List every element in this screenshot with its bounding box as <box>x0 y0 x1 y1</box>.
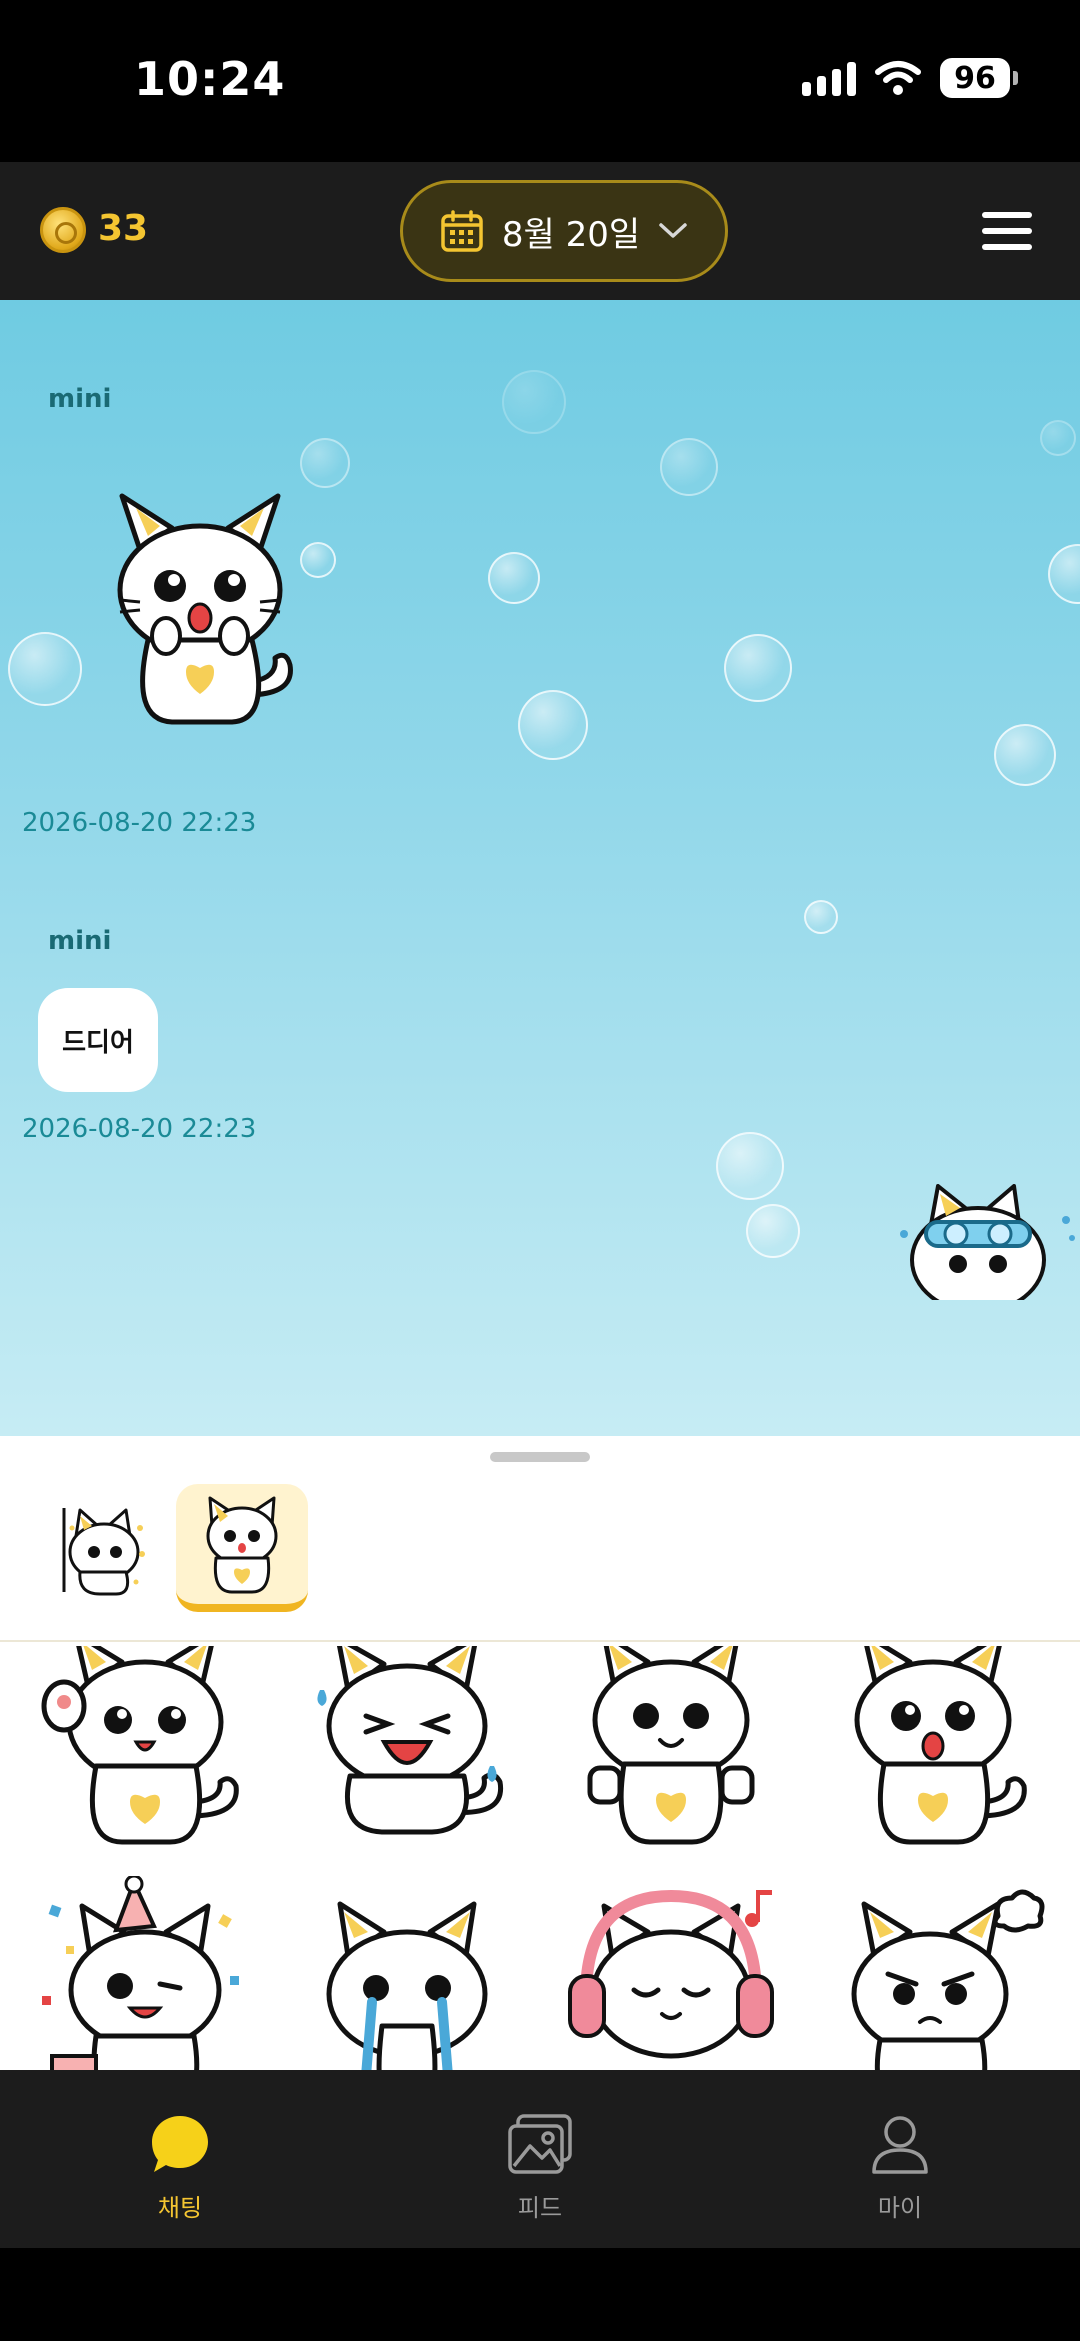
nav-label: 피드 <box>517 2194 563 2222</box>
menu-icon[interactable] <box>982 212 1032 250</box>
sticker-cat-grumpy-thinking[interactable] <box>818 1876 1048 2070</box>
message-timestamp: 2026-08-20 22:23 <box>22 1114 257 1144</box>
bubble-decoration <box>488 552 540 604</box>
chevron-down-icon <box>659 223 687 238</box>
status-bar: 10:24 96 <box>0 0 1080 162</box>
wifi-icon <box>875 61 921 95</box>
cellular-signal-icon <box>802 60 856 96</box>
image-icon <box>508 2114 572 2174</box>
person-icon <box>872 2116 928 2174</box>
sticker-cat-thumbs-up[interactable] <box>556 1646 786 1846</box>
chat-area[interactable]: mini 2026-08-20 22:23 mini 드디어 2026-08-2… <box>0 300 1080 1436</box>
sender-name: mini <box>48 384 112 414</box>
bubble-decoration <box>8 632 82 706</box>
message-timestamp: 2026-08-20 22:23 <box>22 808 257 838</box>
date-label: 8월 20일 <box>501 214 641 255</box>
drag-handle[interactable] <box>490 1452 590 1462</box>
sticker-cat-surprised[interactable] <box>818 1646 1048 1846</box>
chat-bubble-icon <box>152 2116 208 2172</box>
bubble-decoration <box>660 438 718 496</box>
bubble-decoration <box>746 1204 800 1258</box>
mascot-cat-goggles <box>900 1184 1075 1300</box>
app-header: 33 8월 20일 <box>0 162 1080 300</box>
status-time: 10:24 <box>134 52 286 106</box>
home-indicator-area <box>0 2248 1080 2341</box>
text-message-bubble[interactable]: 드디어 <box>38 988 158 1092</box>
calendar-icon <box>441 210 483 252</box>
sticker-cat-waving[interactable] <box>30 1646 260 1846</box>
bubble-decoration <box>994 724 1056 786</box>
nav-label: 마이 <box>877 2194 923 2222</box>
coin-icon <box>40 207 86 253</box>
bottom-navigation: 채팅 피드 마이 <box>0 2070 1080 2248</box>
nav-item-chat[interactable]: 채팅 <box>80 2112 280 2223</box>
sticker-pack-tab[interactable] <box>34 1484 166 1612</box>
nav-item-my[interactable]: 마이 <box>800 2112 1000 2223</box>
sticker-cat-laughing-tears[interactable] <box>292 1646 522 1846</box>
sticker-cat-headphones-music[interactable] <box>556 1876 786 2070</box>
sticker-cat-crying[interactable] <box>292 1876 522 2070</box>
bubble-decoration <box>518 690 588 760</box>
sticker-pack-tab-selected[interactable] <box>176 1484 308 1612</box>
bubble-decoration <box>1048 544 1080 604</box>
sticker-message[interactable] <box>100 490 310 740</box>
cat-peek-pack-icon <box>62 1508 145 1596</box>
bubble-decoration <box>724 634 792 702</box>
bubble-decoration <box>716 1132 784 1200</box>
cat-basic-pack-icon <box>206 1496 278 1594</box>
date-selector[interactable]: 8월 20일 <box>400 180 728 282</box>
bubble-decoration <box>804 900 838 934</box>
bubble-decoration <box>502 370 566 434</box>
battery-icon: 96 <box>940 58 1018 98</box>
sender-name: mini <box>48 926 112 956</box>
sticker-cat-party[interactable] <box>30 1876 260 2070</box>
sticker-grid <box>0 1646 1080 2070</box>
battery-level: 96 <box>940 58 1010 98</box>
bubble-decoration <box>1040 420 1076 456</box>
nav-item-feed[interactable]: 피드 <box>440 2112 640 2223</box>
bubble-decoration <box>300 438 350 488</box>
status-icons: 96 <box>802 58 1018 98</box>
nav-label: 채팅 <box>157 2194 203 2222</box>
panel-divider <box>0 1640 1080 1642</box>
coin-count: 33 <box>98 208 149 249</box>
sticker-panel <box>0 1436 1080 2070</box>
